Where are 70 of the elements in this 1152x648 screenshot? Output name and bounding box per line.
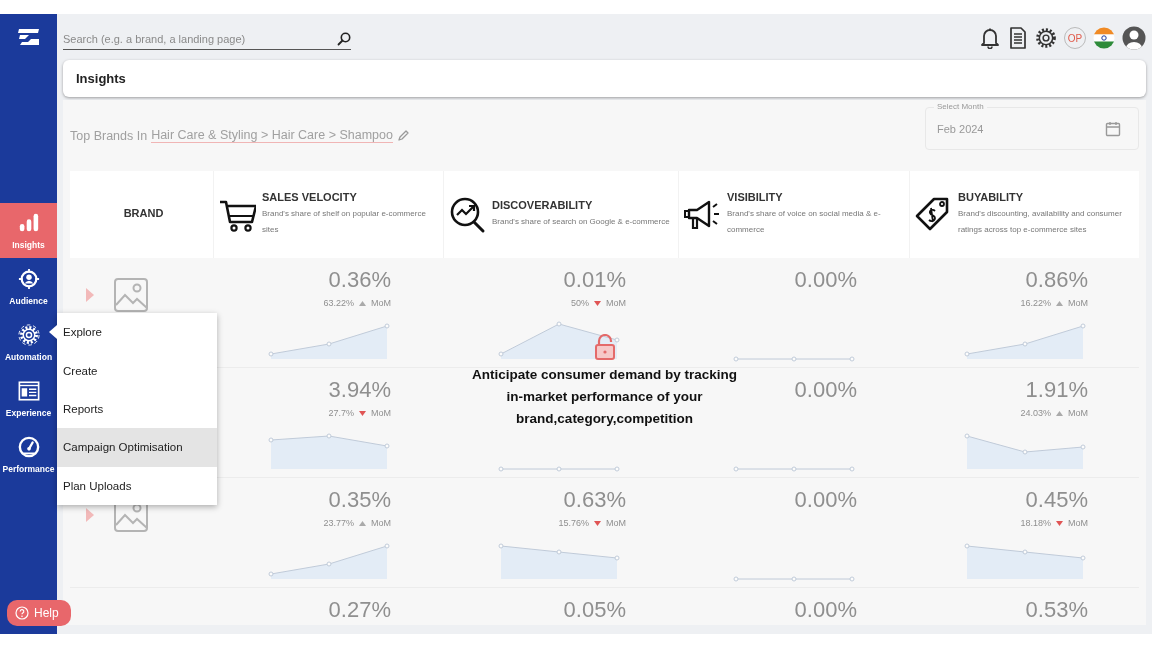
gear-icon xyxy=(17,324,40,346)
metric-value: 0.36% xyxy=(328,267,391,293)
metric-value: 0.00% xyxy=(794,377,857,403)
lock-message: Anticipate consumer demand by tracking in-market performance of your brand,category,competition xyxy=(471,366,738,428)
column-title: VISIBILITY xyxy=(727,191,784,203)
logo-icon[interactable] xyxy=(17,28,40,46)
metric-value: 0.86% xyxy=(1025,267,1088,293)
change-percent: 27.7% xyxy=(328,408,354,418)
column-description: Brand's share of shelf on popular e-commerce sites xyxy=(262,208,427,236)
metric-value: 0.35% xyxy=(328,487,391,513)
change-percent: 50% xyxy=(571,298,589,308)
metric-value: 0.27% xyxy=(328,597,391,623)
heading-text: Top Brands In xyxy=(70,128,148,143)
column-title: BRAND xyxy=(123,207,164,219)
column-title: SALES VELOCITY xyxy=(262,191,358,203)
menu-item[interactable]: Explore xyxy=(57,313,217,352)
metric-value: 0.01% xyxy=(563,267,626,293)
metric-value: 3.94% xyxy=(328,377,391,403)
search-trend-icon xyxy=(448,195,486,234)
document-icon[interactable] xyxy=(1008,27,1028,49)
change-percent: 18.18% xyxy=(1020,518,1051,528)
period-label: MoM xyxy=(371,408,391,418)
metric-value: 0.63% xyxy=(563,487,626,513)
bar-chart-icon xyxy=(17,211,40,234)
field-label: Select Month xyxy=(934,102,987,111)
period-label: MoM xyxy=(371,518,391,528)
menu-item[interactable]: Plan Uploads xyxy=(57,466,217,505)
layout-icon xyxy=(17,380,40,402)
period-label: MoM xyxy=(606,518,626,528)
change-percent: 63.22% xyxy=(323,298,354,308)
column-title: DISCOVERABILITY xyxy=(492,199,594,211)
period-label: MoM xyxy=(1068,408,1088,418)
column-description: Brand's discounting, availability and consumer ratings across top e-commerce sites xyxy=(958,208,1123,236)
calendar-icon[interactable] xyxy=(1105,120,1121,137)
sidebar-item[interactable]: Audience xyxy=(0,260,57,314)
help-icon xyxy=(15,606,29,620)
column-description: Brand's share of search on Google & e-commerce xyxy=(492,216,671,228)
pencil-icon[interactable] xyxy=(396,129,410,142)
menu-item[interactable]: Campaign Optimisation xyxy=(57,428,217,467)
gauge-icon xyxy=(17,436,40,458)
change-percent: 23.77% xyxy=(323,518,354,528)
search-field[interactable]: Search (e.g. a brand, a landing page) xyxy=(63,29,337,48)
image-placeholder-icon xyxy=(114,278,148,312)
avatar-icon[interactable] xyxy=(1122,26,1146,50)
metric-value: 0.53% xyxy=(1025,597,1088,623)
menu-item[interactable]: Create xyxy=(57,351,217,390)
settings-icon[interactable] xyxy=(1035,27,1057,49)
column-title: BUYABILITY xyxy=(958,191,1024,203)
page-title: Insights xyxy=(76,71,126,86)
sidebar-item[interactable]: Performance xyxy=(0,428,57,482)
metric-value: 0.00% xyxy=(794,597,857,623)
metric-value: 0.05% xyxy=(563,597,626,623)
change-percent: 16.22% xyxy=(1020,298,1051,308)
target-icon xyxy=(17,268,40,290)
period-label: MoM xyxy=(1068,518,1088,528)
search-icon[interactable] xyxy=(337,31,351,46)
metric-value: 0.45% xyxy=(1025,487,1088,513)
period-label: MoM xyxy=(371,298,391,308)
menu-item[interactable]: Reports xyxy=(57,389,217,429)
metric-value: 1.91% xyxy=(1025,377,1088,403)
change-percent: 24.03% xyxy=(1020,408,1051,418)
flag-icon[interactable] xyxy=(1093,27,1115,49)
metric-value: 0.00% xyxy=(794,267,857,293)
metric-value: 0.00% xyxy=(794,487,857,513)
column-description: Brand's share of voice on social media & e-commerce xyxy=(727,208,882,236)
sidebar-item[interactable]: Experience xyxy=(0,372,57,426)
change-percent: 15.76% xyxy=(558,518,589,528)
period-label: MoM xyxy=(1068,298,1088,308)
period-label: MoM xyxy=(606,298,626,308)
bell-icon[interactable] xyxy=(979,27,1001,49)
